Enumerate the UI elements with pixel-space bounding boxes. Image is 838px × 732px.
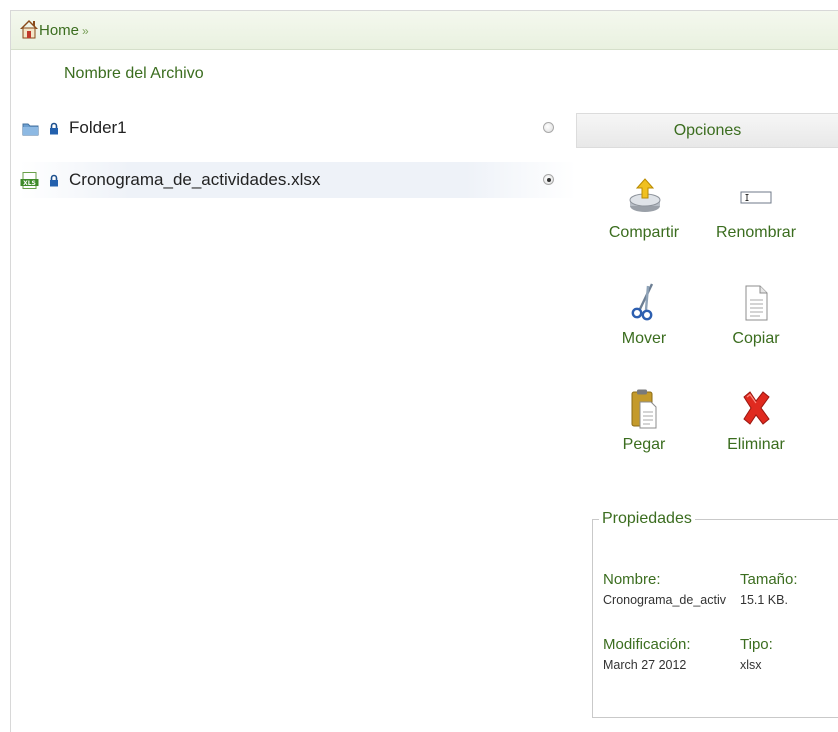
list-item[interactable]: Folder1 [20,110,576,146]
move-button[interactable]: Mover [596,282,692,366]
share-label: Compartir [608,224,680,241]
properties-title: Propiedades [602,510,692,527]
size-label: Tamaño: [740,571,798,588]
name-label: Nombre: [603,571,661,588]
paste-label: Pegar [622,436,666,453]
xls-file-icon: XLS [20,171,39,189]
move-label: Mover [621,330,667,347]
delete-label: Eliminar [727,436,785,453]
modified-value: March 27 2012 [603,658,687,672]
select-radio[interactable] [543,174,554,185]
delete-icon [738,388,774,435]
options-title: Opciones [673,121,742,139]
breadcrumb-home-link[interactable]: Home » [19,19,89,39]
folder-icon [22,121,39,136]
list-item[interactable]: XLS Cronograma_de_actividades.xlsx [20,162,576,198]
breadcrumb-separator: » [82,24,89,38]
file-name[interactable]: Cronograma_de_actividades.xlsx [69,170,320,190]
properties-panel: Propiedades [592,510,838,718]
name-value: Cronograma_de_activ [603,593,726,607]
modified-label: Modificación: [603,636,691,653]
type-label: Tipo: [740,636,773,653]
paste-button[interactable]: Pegar [596,388,692,472]
svg-text:XLS: XLS [23,179,36,186]
size-value: 15.1 KB. [740,593,788,607]
lock-icon [49,122,59,135]
home-icon [19,19,39,39]
breadcrumb-home-label[interactable]: Home [39,22,79,39]
file-name[interactable]: Folder1 [69,118,127,138]
share-icon [626,176,662,221]
options-header: Opciones [576,113,838,148]
delete-button[interactable]: Eliminar [708,388,804,472]
lock-icon [49,174,59,187]
select-radio[interactable] [543,122,554,133]
copy-button[interactable]: Copiar [708,282,804,366]
rename-button[interactable]: Renombrar [708,176,804,260]
copy-label: Copiar [732,330,780,347]
scissors-icon [626,282,662,327]
column-header-filename[interactable]: Nombre del Archivo [64,65,204,83]
copy-icon [738,282,774,329]
paste-icon [626,388,662,435]
type-value: xlsx [740,658,762,672]
rename-icon [738,176,774,221]
share-button[interactable]: Compartir [596,176,692,260]
rename-label: Renombrar [715,224,797,241]
breadcrumb: Home » [11,11,838,50]
